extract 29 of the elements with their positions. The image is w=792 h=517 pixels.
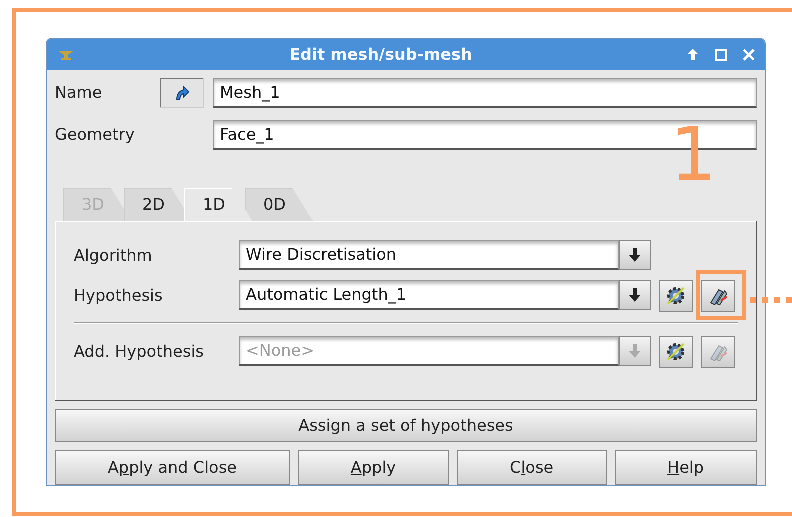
down-arrow-icon xyxy=(628,247,642,263)
maximize-icon[interactable] xyxy=(715,48,727,60)
create-hypothesis-button[interactable] xyxy=(659,280,693,312)
select-button[interactable] xyxy=(160,78,204,108)
dialog-button[interactable]: Apply xyxy=(298,450,450,485)
gear-icon xyxy=(665,341,687,363)
cup-icon xyxy=(57,50,75,60)
down-arrow-icon xyxy=(628,343,642,359)
text-field[interactable]: Mesh_1 xyxy=(213,78,757,108)
close-icon[interactable] xyxy=(743,48,755,60)
dialog-button[interactable]: Apply and Close xyxy=(55,450,290,485)
tab[interactable]: 0D xyxy=(244,188,313,221)
dialog-button[interactable]: Help xyxy=(614,450,757,485)
create-hypothesis-button[interactable] xyxy=(659,336,693,368)
field-label: Geometry xyxy=(55,124,136,146)
field-label: Add. Hypothesis xyxy=(74,341,205,363)
shade-icon[interactable] xyxy=(687,48,699,61)
edit-hypothesis-button[interactable] xyxy=(701,280,735,312)
gear-icon xyxy=(665,285,687,307)
field-label: Algorithm xyxy=(74,245,154,267)
assign-hypotheses-button[interactable]: Assign a set of hypotheses xyxy=(55,409,757,442)
window-title: Edit mesh/sub-mesh xyxy=(288,44,474,66)
down-arrow-icon xyxy=(628,287,642,303)
curve-arrow-icon xyxy=(174,84,190,102)
tab[interactable]: 1D xyxy=(184,188,252,221)
field-label: Name xyxy=(55,82,104,104)
dialog-button[interactable]: Close xyxy=(457,450,607,485)
field-label: Hypothesis xyxy=(74,285,164,307)
highlight-box xyxy=(696,270,746,320)
